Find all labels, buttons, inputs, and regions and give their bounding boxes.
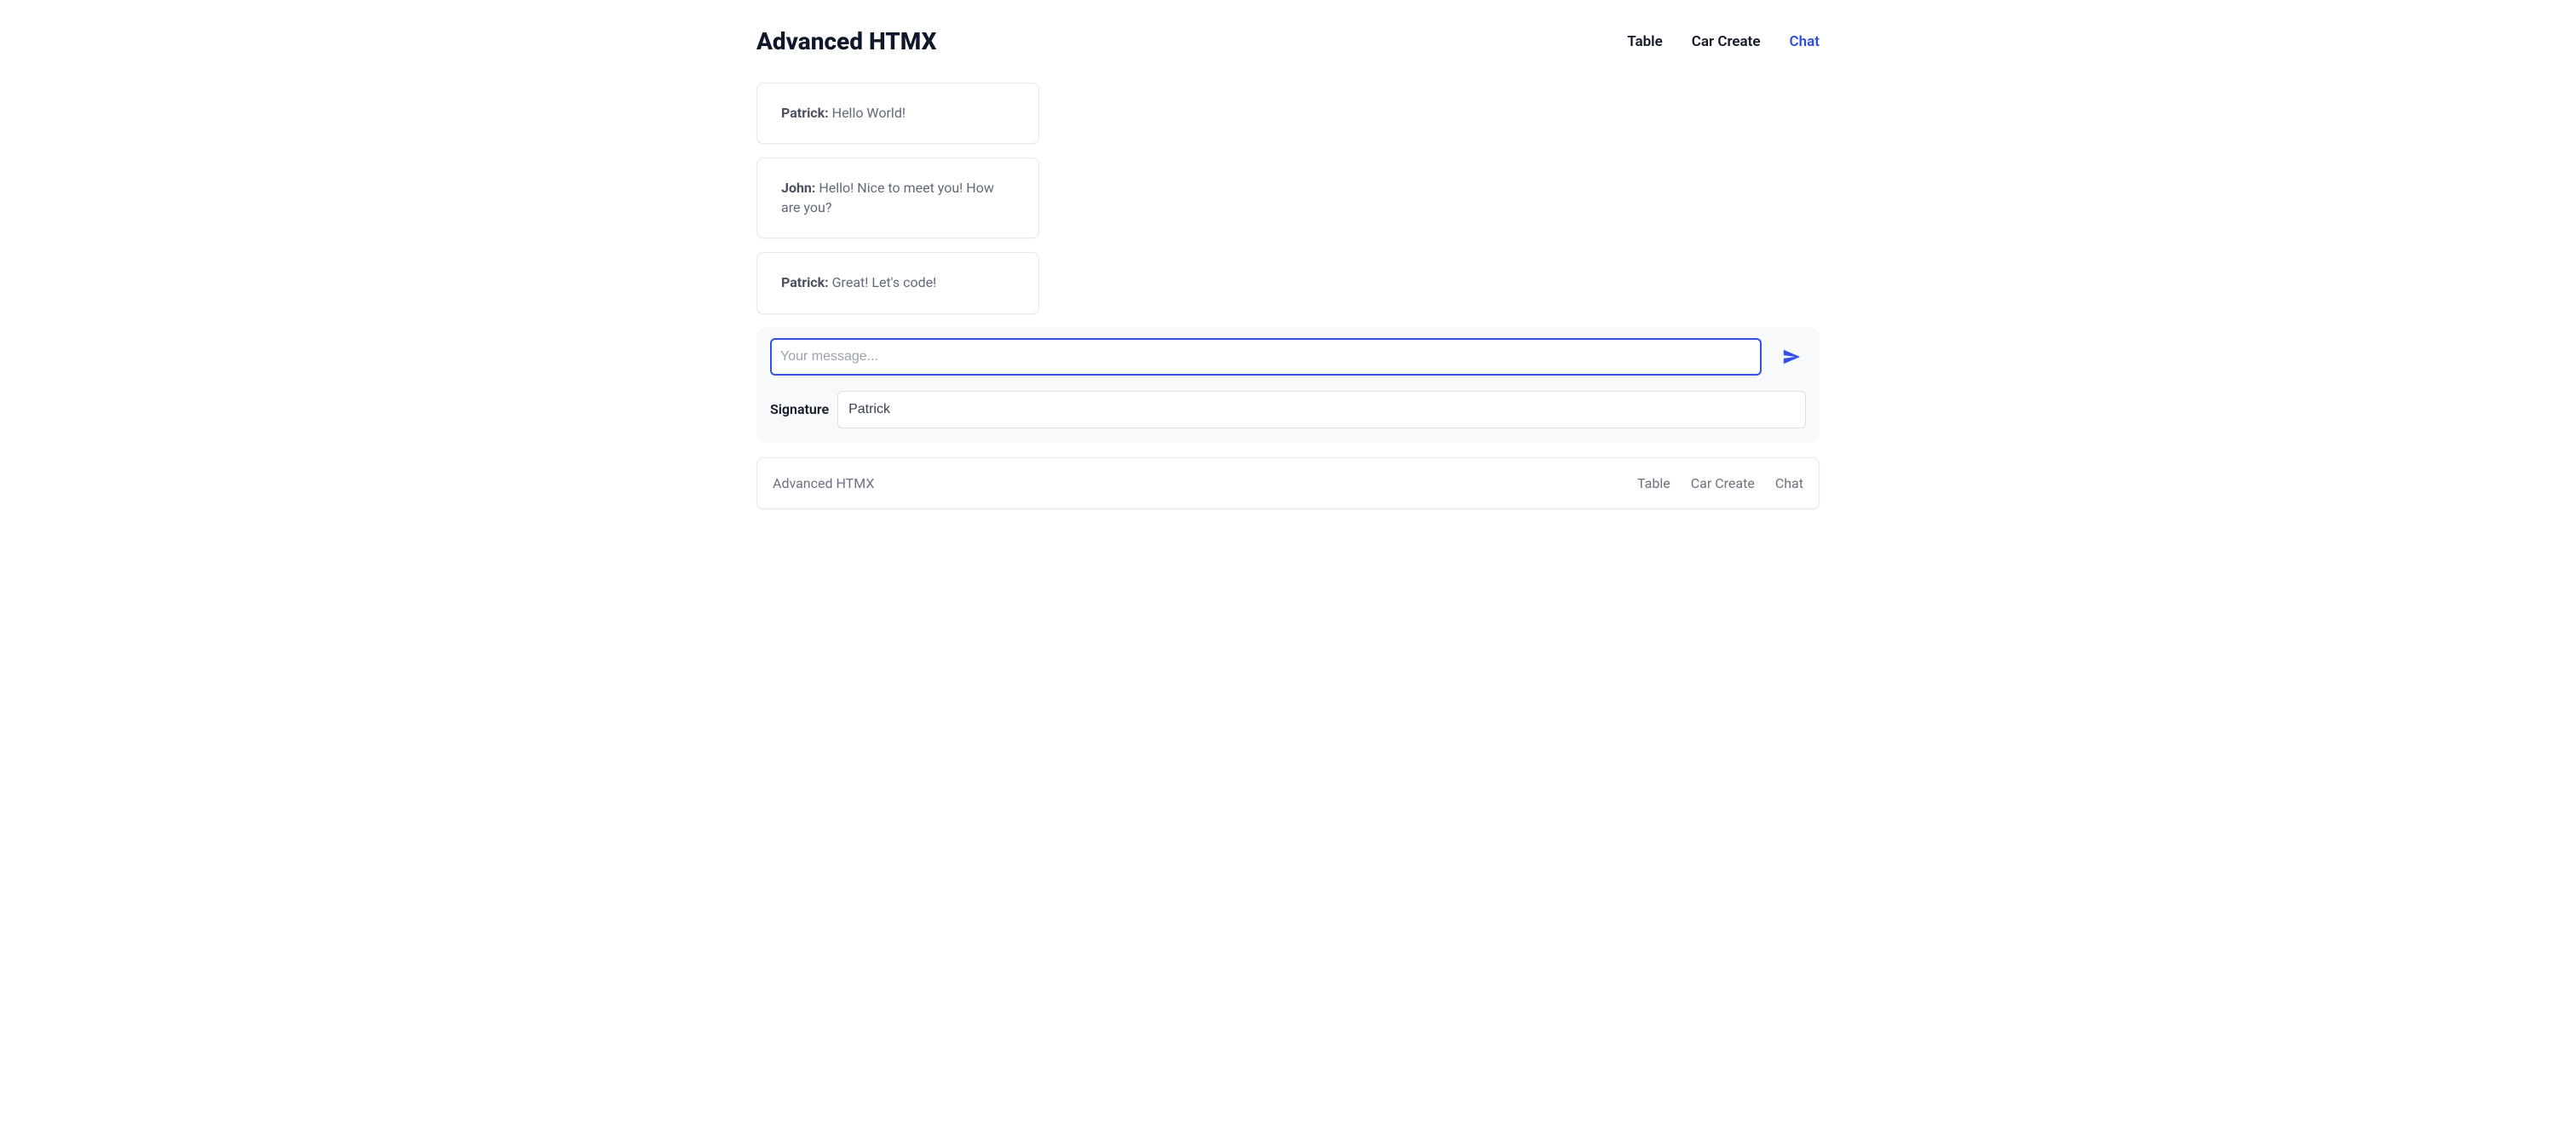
chat-area: Patrick: Hello World! John: Hello! Nice … bbox=[756, 76, 1820, 509]
message-text: Great! Let's code! bbox=[829, 274, 937, 290]
compose-row bbox=[770, 338, 1806, 376]
header: Advanced HTMX Table Car Create Chat bbox=[756, 0, 1820, 76]
chat-message: John: Hello! Nice to meet you! How are y… bbox=[756, 158, 1039, 238]
message-text: Hello World! bbox=[829, 105, 906, 121]
nav-link-table[interactable]: Table bbox=[1627, 33, 1663, 50]
footer-link-table[interactable]: Table bbox=[1637, 475, 1670, 491]
footer: Advanced HTMX Table Car Create Chat bbox=[756, 457, 1820, 509]
send-icon bbox=[1782, 347, 1801, 366]
message-author: John: bbox=[781, 180, 815, 196]
chat-message: Patrick: Great! Let's code! bbox=[756, 252, 1039, 313]
footer-nav: Table Car Create Chat bbox=[1637, 475, 1803, 491]
signature-input[interactable] bbox=[837, 391, 1806, 428]
top-nav: Table Car Create Chat bbox=[1627, 33, 1820, 50]
signature-row: Signature bbox=[770, 391, 1806, 428]
chat-message: Patrick: Hello World! bbox=[756, 83, 1039, 144]
message-author: Patrick: bbox=[781, 105, 829, 121]
message-input[interactable] bbox=[770, 338, 1762, 376]
footer-link-car-create[interactable]: Car Create bbox=[1691, 475, 1755, 491]
send-button[interactable] bbox=[1777, 342, 1806, 371]
compose-area: Signature bbox=[756, 328, 1820, 442]
signature-label: Signature bbox=[770, 401, 829, 417]
nav-link-chat[interactable]: Chat bbox=[1790, 33, 1820, 50]
page-title: Advanced HTMX bbox=[756, 27, 936, 55]
footer-link-chat[interactable]: Chat bbox=[1775, 475, 1803, 491]
nav-link-car-create[interactable]: Car Create bbox=[1692, 33, 1761, 50]
message-author: Patrick: bbox=[781, 274, 829, 290]
footer-brand: Advanced HTMX bbox=[773, 475, 874, 491]
